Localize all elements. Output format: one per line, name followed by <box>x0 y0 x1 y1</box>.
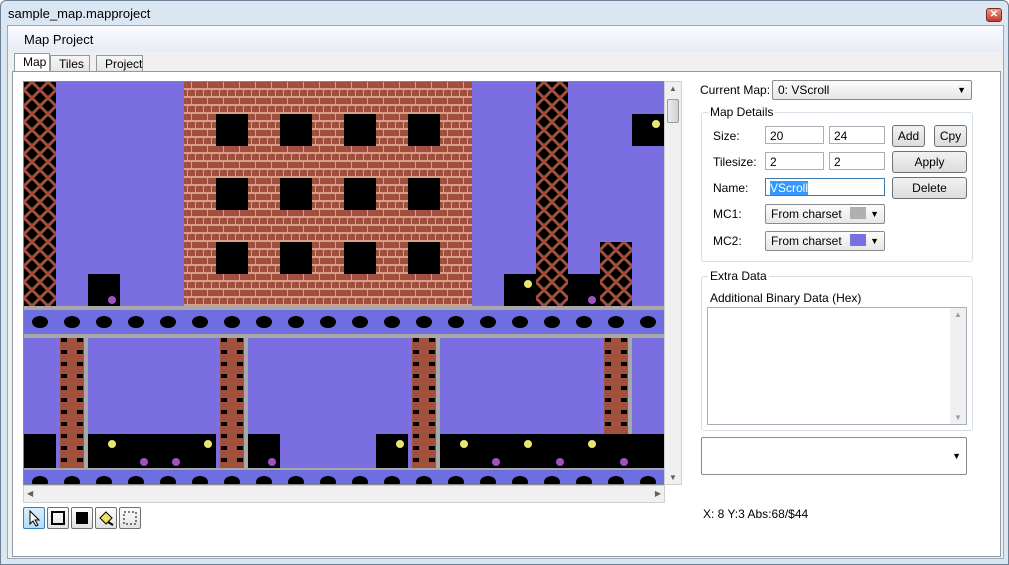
menu-map-project-label: Map Project <box>24 32 94 47</box>
textarea-scrollbar[interactable]: ▲ ▼ <box>950 308 966 424</box>
scroll-up-icon[interactable]: ▲ <box>669 84 677 93</box>
select-tool-button[interactable] <box>23 507 45 529</box>
name-field-value: VScroll <box>770 181 809 195</box>
chevron-down-icon: ▼ <box>870 209 879 219</box>
map-details-group: Map Details Size: 20 24 Add Cpy Tilesize… <box>701 105 973 262</box>
chevron-down-icon: ▼ <box>957 85 966 95</box>
scroll-up-icon[interactable]: ▲ <box>954 310 962 319</box>
mc2-select[interactable]: From charset ▼ <box>765 231 885 251</box>
tilesize-label: Tilesize: <box>713 155 757 169</box>
select-tool-icon <box>29 509 41 527</box>
map-canvas[interactable] <box>23 81 665 485</box>
current-map-label: Current Map: <box>700 83 771 97</box>
status-coords: X: 8 Y:3 Abs:68/$44 <box>703 507 809 521</box>
apply-button[interactable]: Apply <box>892 151 967 173</box>
size-height-field[interactable]: 24 <box>829 126 885 144</box>
map-details-title: Map Details <box>708 105 776 119</box>
name-field[interactable]: VScroll <box>765 178 885 196</box>
mc2-value: From charset <box>771 234 842 248</box>
window-title: sample_map.mapproject <box>8 6 151 21</box>
name-label: Name: <box>713 181 749 195</box>
scroll-down-icon[interactable]: ▼ <box>954 413 962 422</box>
extra-data-group: Extra Data Additional Binary Data (Hex) … <box>701 269 973 431</box>
title-bar: sample_map.mapproject ✕ <box>1 1 1008 25</box>
client-area: Map Project Map Tiles Project ▲ ▼ ◀ ▶ Cu… <box>7 25 1004 559</box>
mc2-color-swatch <box>850 234 866 246</box>
scroll-right-icon[interactable]: ▶ <box>655 489 661 498</box>
current-map-select[interactable]: 0: VScroll ▼ <box>772 80 972 100</box>
mc1-value: From charset <box>771 207 842 221</box>
filled-rectangle-tool-button[interactable] <box>71 507 93 529</box>
mc1-select[interactable]: From charset ▼ <box>765 204 885 224</box>
selection-tool-icon <box>123 511 137 525</box>
binary-data-textarea[interactable]: ▲ ▼ <box>707 307 967 425</box>
close-icon[interactable]: ✕ <box>986 8 1002 22</box>
delete-button[interactable]: Delete <box>892 177 967 199</box>
selection-tool-button[interactable] <box>119 507 141 529</box>
mc1-color-swatch <box>850 207 866 219</box>
menu-bar: Map Project <box>8 26 1003 52</box>
vertical-scroll-thumb[interactable] <box>667 99 679 123</box>
size-label: Size: <box>713 129 740 143</box>
fill-tool-icon <box>99 511 114 526</box>
map-tiles-graphic <box>24 82 664 484</box>
size-width-field[interactable]: 20 <box>765 126 824 144</box>
current-map-value: 0: VScroll <box>778 83 830 97</box>
binary-data-label: Additional Binary Data (Hex) <box>710 291 862 305</box>
extra-dropdown[interactable]: ▼ <box>701 437 967 475</box>
chevron-down-icon: ▼ <box>952 451 961 461</box>
map-horizontal-scrollbar[interactable]: ◀ ▶ <box>23 485 665 503</box>
mc1-label: MC1: <box>713 207 742 221</box>
rectangle-tool-button[interactable] <box>47 507 69 529</box>
scroll-down-icon[interactable]: ▼ <box>669 473 677 482</box>
tilesize-width-field[interactable]: 2 <box>765 152 824 170</box>
fill-tool-button[interactable] <box>95 507 117 529</box>
chevron-down-icon: ▼ <box>870 236 879 246</box>
filled-rectangle-tool-icon <box>76 512 88 524</box>
mc2-label: MC2: <box>713 234 742 248</box>
map-vertical-scrollbar[interactable]: ▲ ▼ <box>664 81 682 485</box>
rectangle-tool-icon <box>51 511 65 525</box>
tilesize-height-field[interactable]: 2 <box>829 152 885 170</box>
copy-button[interactable]: Cpy <box>934 125 967 147</box>
extra-data-title: Extra Data <box>708 269 769 283</box>
app-window: sample_map.mapproject ✕ Map Project Map … <box>0 0 1009 565</box>
side-panel: Current Map: 0: VScroll ▼ Map Details Si… <box>685 72 985 552</box>
map-tab-panel: ▲ ▼ ◀ ▶ Current Map: 0: VScroll ▼ Map De… <box>12 71 1001 557</box>
add-button[interactable]: Add <box>892 125 925 147</box>
scroll-left-icon[interactable]: ◀ <box>27 489 33 498</box>
menu-map-project[interactable]: Map Project <box>24 32 93 47</box>
